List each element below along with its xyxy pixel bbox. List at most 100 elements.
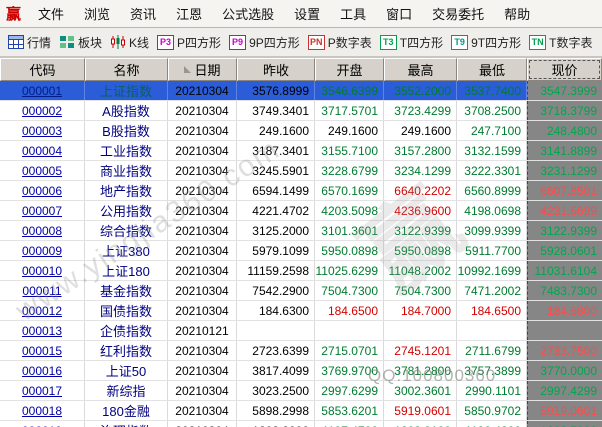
table-body: 000001上证指数202103043576.89993546.63993552…: [0, 81, 602, 427]
cell-code[interactable]: 000018: [0, 401, 85, 420]
cell-name: 上证50: [85, 361, 168, 380]
table-row-000007[interactable]: 000007公用指数202103044221.47024203.50984236…: [0, 201, 602, 221]
menu-item-tools[interactable]: 工具: [330, 4, 376, 23]
cell-code[interactable]: 000013: [0, 321, 85, 340]
cell-code[interactable]: 000009: [0, 241, 85, 260]
menu-item-file[interactable]: 文件: [28, 4, 74, 23]
cell-name: A股指数: [85, 101, 168, 120]
cell-open: 2715.0701: [315, 341, 384, 360]
column-header-price[interactable]: 现价: [527, 58, 602, 81]
cell-prev_close: 2723.6399: [237, 341, 315, 360]
menu-item-formula-select[interactable]: 公式选股: [212, 4, 284, 23]
cell-high: 3122.9399: [384, 221, 457, 240]
table-row-000001[interactable]: 000001上证指数202103043576.89993546.63993552…: [0, 81, 602, 101]
cell-date: 20210304: [168, 221, 237, 240]
cell-price: 2997.4299: [527, 381, 602, 400]
column-header-prev_close[interactable]: 昨收: [237, 58, 315, 81]
cell-open: 4203.5098: [315, 201, 384, 220]
toolbar-item-t-square[interactable]: T3T四方形: [377, 32, 446, 53]
app-logo-icon: 赢: [0, 3, 28, 24]
cell-date: 20210304: [168, 181, 237, 200]
cell-low: 5850.9702: [457, 401, 527, 420]
column-header-low[interactable]: 最低: [457, 58, 527, 81]
toolbar: 行情板块K线P3P四方形P99P四方形PNP数字表T3T四方形T99T四方形TN…: [0, 28, 602, 58]
cell-high: 6640.2202: [384, 181, 457, 200]
column-header-date[interactable]: 日期: [168, 58, 237, 81]
cell-low: 2711.6799: [457, 341, 527, 360]
cell-prev_close: 3749.3401: [237, 101, 315, 120]
cell-code[interactable]: 000001: [0, 81, 85, 100]
cell-open: 184.6500: [315, 301, 384, 320]
table-row-000009[interactable]: 000009上证380202103045979.10995950.0898595…: [0, 241, 602, 261]
cell-open: 3717.5701: [315, 101, 384, 120]
cell-code[interactable]: 000015: [0, 341, 85, 360]
cell-price: 7483.7300: [527, 281, 602, 300]
cell-code[interactable]: 000008: [0, 221, 85, 240]
cell-code[interactable]: 000007: [0, 201, 85, 220]
table-row-000011[interactable]: 000011基金指数202103047542.29007504.73007504…: [0, 281, 602, 301]
cell-code[interactable]: 000012: [0, 301, 85, 320]
table-row-000008[interactable]: 000008综合指数202103043125.20003101.36013122…: [0, 221, 602, 241]
cell-price: 2733.7500: [527, 341, 602, 360]
toolbar-item-p-number-table[interactable]: PNP数字表: [305, 32, 375, 53]
table-row-000017[interactable]: 000017新综指202103043023.25002997.62993002.…: [0, 381, 602, 401]
cell-code[interactable]: 000017: [0, 381, 85, 400]
cell-code[interactable]: 000016: [0, 361, 85, 380]
cell-prev_close: 11159.2598: [237, 261, 315, 280]
cell-name: 新综指: [85, 381, 168, 400]
toolbar-item-9t-square[interactable]: T99T四方形: [448, 32, 524, 53]
column-header-high[interactable]: 最高: [384, 58, 457, 81]
column-header-open[interactable]: 开盘: [315, 58, 384, 81]
menu-item-help[interactable]: 帮助: [494, 4, 540, 23]
table-row-000003[interactable]: 000003B股指数20210304249.1600249.1600249.16…: [0, 121, 602, 141]
menu-item-gann[interactable]: 江恩: [166, 4, 212, 23]
table-row-000005[interactable]: 000005商业指数202103043245.59013228.67993234…: [0, 161, 602, 181]
cell-price: 3718.3799: [527, 101, 602, 120]
toolbar-item-p-square[interactable]: P3P四方形: [154, 32, 224, 53]
table-row-000002[interactable]: 000002A股指数202103043749.34013717.57013723…: [0, 101, 602, 121]
cell-prev_close: 7542.2900: [237, 281, 315, 300]
table-row-000013[interactable]: 000013企债指数20210121: [0, 321, 602, 341]
cell-code[interactable]: 000004: [0, 141, 85, 160]
toolbar-item-quotes[interactable]: 行情: [5, 32, 54, 53]
column-header-label: 最低: [479, 60, 505, 79]
cell-code[interactable]: 000003: [0, 121, 85, 140]
cell-low: 247.7100: [457, 121, 527, 140]
menu-item-browse[interactable]: 浏览: [74, 4, 120, 23]
table-row-000018[interactable]: 000018180金融202103045898.29985853.6201591…: [0, 401, 602, 421]
column-header-name[interactable]: 名称: [85, 58, 168, 81]
cell-low: 3099.9399: [457, 221, 527, 240]
p3-badge-icon: P3: [157, 35, 174, 50]
cell-code[interactable]: 000002: [0, 101, 85, 120]
table-row-000006[interactable]: 000006地产指数202103046594.14996570.16996640…: [0, 181, 602, 201]
table-row-000015[interactable]: 000015红利指数202103042723.63992715.07012745…: [0, 341, 602, 361]
table-row-000010[interactable]: 000010上证1802021030411159.259811025.62991…: [0, 261, 602, 281]
table-row-000019[interactable]: 000019治理指数202103041208.20001197.47001203…: [0, 421, 602, 427]
toolbar-item-label: 9P四方形: [249, 34, 300, 51]
cell-code[interactable]: 000005: [0, 161, 85, 180]
cell-code[interactable]: 000006: [0, 181, 85, 200]
toolbar-item-9p-square[interactable]: P99P四方形: [226, 32, 303, 53]
cell-code[interactable]: 000011: [0, 281, 85, 300]
toolbar-item-t-number-table[interactable]: TNT数字表: [526, 32, 595, 53]
cell-name: 工业指数: [85, 141, 168, 160]
table-row-000012[interactable]: 000012国债指数20210304184.6300184.6500184.70…: [0, 301, 602, 321]
cell-code[interactable]: 000019: [0, 421, 85, 427]
toolbar-item-kline[interactable]: K线: [107, 32, 152, 53]
toolbar-item-label: P四方形: [177, 34, 221, 51]
column-header-code[interactable]: 代码: [0, 58, 85, 81]
cell-code[interactable]: 000010: [0, 261, 85, 280]
menu-item-news[interactable]: 资讯: [120, 4, 166, 23]
toolbar-item-sectors[interactable]: 板块: [56, 32, 105, 53]
tn-badge-icon: TN: [529, 35, 546, 50]
menu-item-trade[interactable]: 交易委托: [422, 4, 494, 23]
cell-high: 3552.2000: [384, 81, 457, 100]
cell-prev_close: 1208.2000: [237, 421, 315, 427]
table-row-000004[interactable]: 000004工业指数202103043187.34013155.71003157…: [0, 141, 602, 161]
column-header-label: 日期: [194, 60, 220, 79]
table-row-000016[interactable]: 000016上证50202103043817.40993769.97003781…: [0, 361, 602, 381]
sort-icon: [184, 66, 191, 73]
menu-item-settings[interactable]: 设置: [284, 4, 330, 23]
cell-low: 184.6500: [457, 301, 527, 320]
menu-item-window[interactable]: 窗口: [376, 4, 422, 23]
